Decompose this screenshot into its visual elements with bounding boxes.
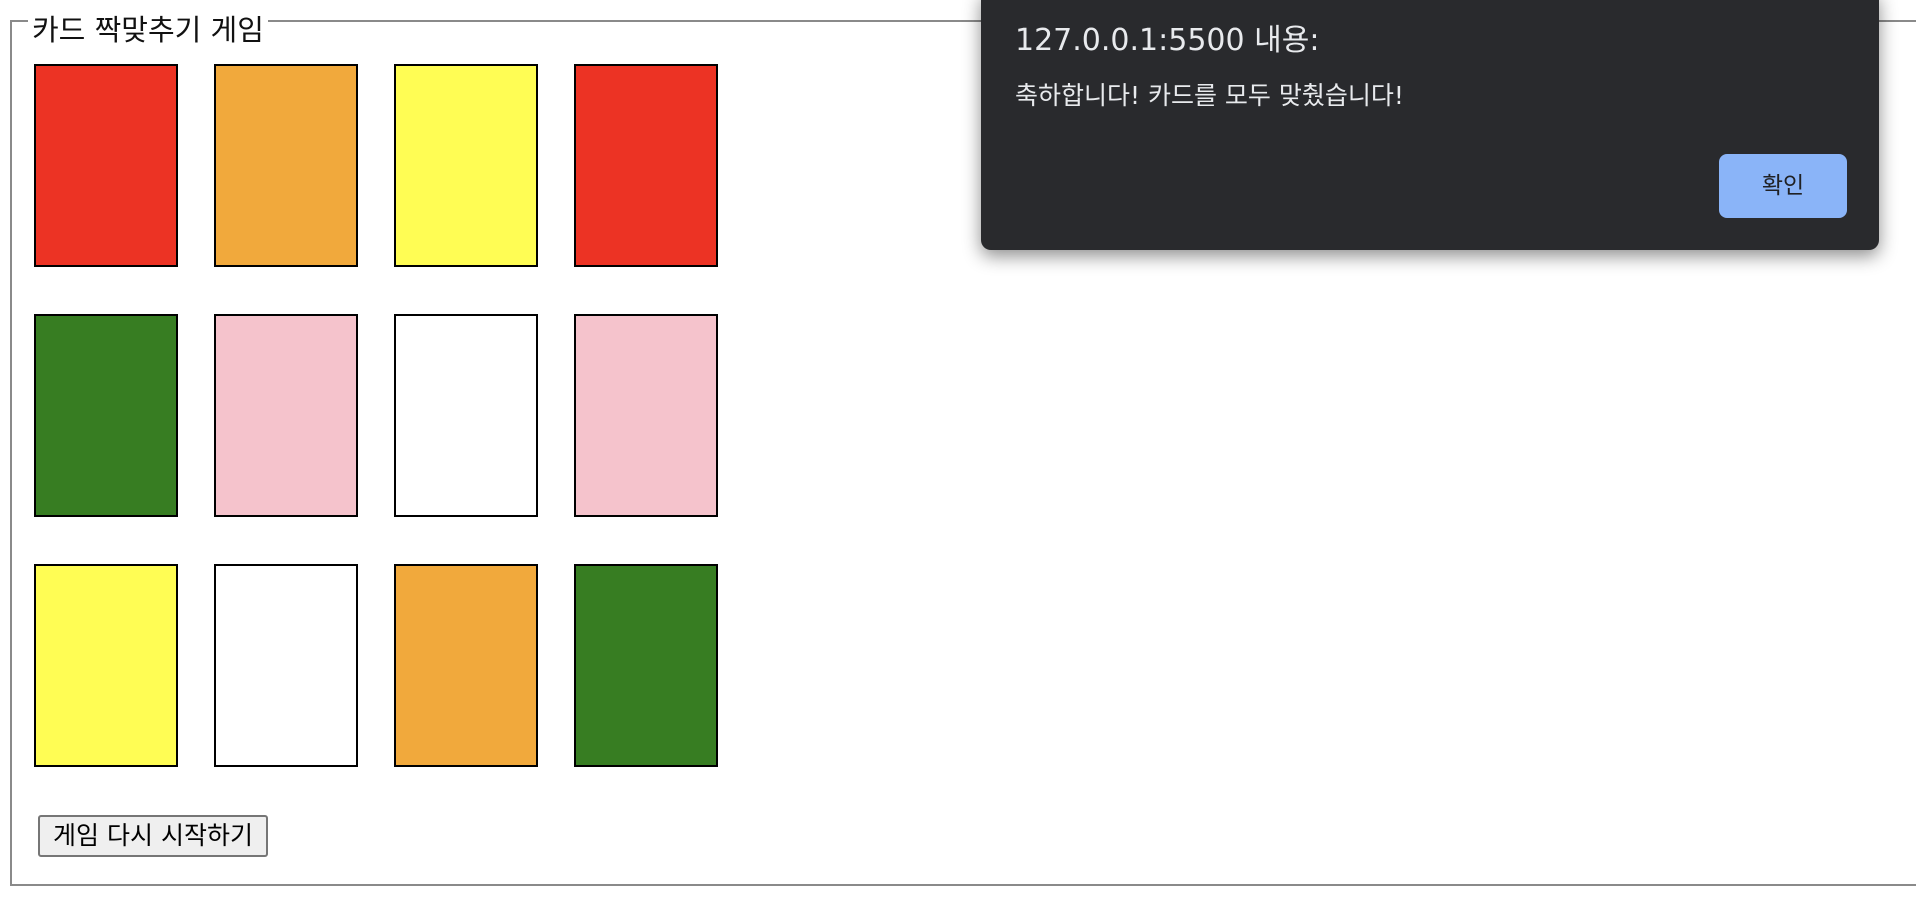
card-10[interactable] [214,564,358,767]
restart-game-button[interactable]: 게임 다시 시작하기 [38,815,268,857]
alert-dialog: 127.0.0.1:5500 내용: 축하합니다! 카드를 모두 맞췄습니다! … [981,0,1879,250]
card-9[interactable] [34,564,178,767]
card-1[interactable] [34,64,178,267]
alert-message-text: 축하합니다! 카드를 모두 맞췄습니다! [1015,81,1404,110]
card-6[interactable] [214,314,358,517]
alert-ok-button[interactable]: 확인 [1719,154,1847,218]
alert-origin-text: 127.0.0.1:5500 내용: [1015,23,1320,58]
card-11[interactable] [394,564,538,767]
card-7[interactable] [394,314,538,517]
card-5[interactable] [34,314,178,517]
card-3[interactable] [394,64,538,267]
card-grid [34,64,724,769]
game-title: 카드 짝맞추기 게임 [28,10,268,50]
card-8[interactable] [574,314,718,517]
card-12[interactable] [574,564,718,767]
card-4[interactable] [574,64,718,267]
card-2[interactable] [214,64,358,267]
